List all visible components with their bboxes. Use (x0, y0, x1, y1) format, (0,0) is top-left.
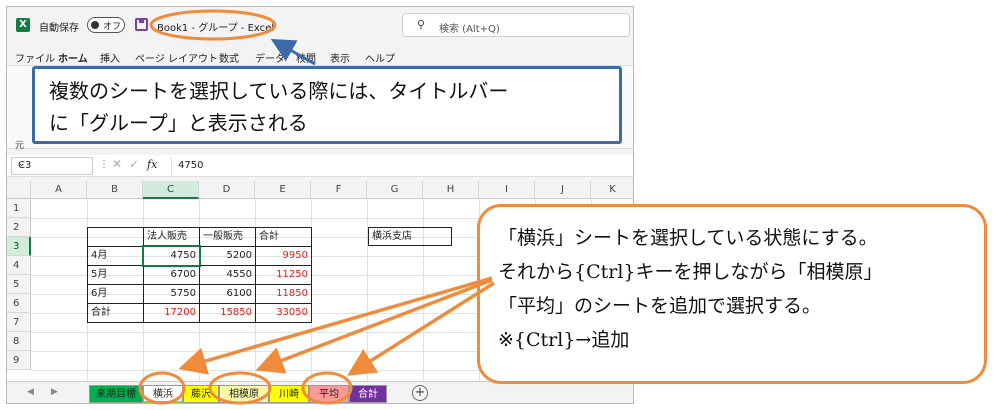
yokohama-tab-ellipse (138, 371, 186, 405)
sagamihara-tab-ellipse (208, 371, 272, 405)
blue-arrow (270, 39, 316, 66)
average-tab-ellipse (301, 371, 353, 405)
title-highlight-ellipse (149, 9, 277, 41)
annotation-overlay (138, 9, 495, 405)
arrow-to-yokohama (178, 276, 493, 375)
